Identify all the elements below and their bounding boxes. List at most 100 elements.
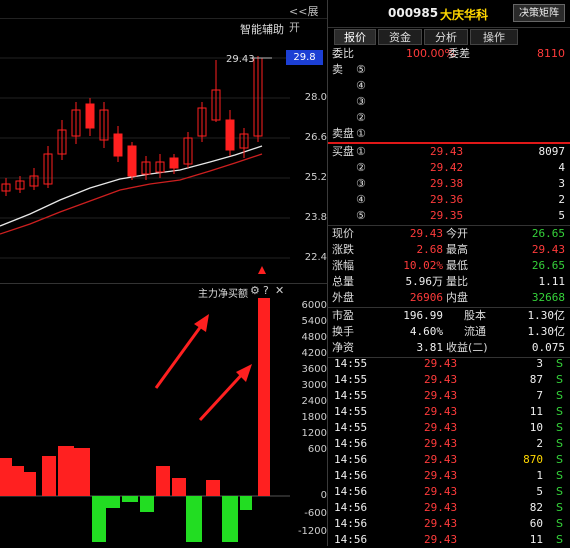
- buy-level-4[interactable]: ④ 29.36 2: [328, 192, 570, 208]
- tick-row[interactable]: 14:55 29.43 7 S: [328, 388, 570, 404]
- sell-level-5[interactable]: 卖 ⑤: [328, 62, 570, 78]
- quote-label: 今开: [446, 227, 468, 240]
- tab-quote[interactable]: 报价: [334, 29, 376, 45]
- tick-row[interactable]: 14:55 29.43 3 S: [328, 356, 570, 372]
- candle: [15, 176, 25, 193]
- tick-time: 14:56: [334, 501, 368, 514]
- tab-funds[interactable]: 资金: [378, 29, 422, 45]
- tick-time: 14:56: [334, 453, 368, 466]
- quote-value: 1.11: [538, 275, 566, 288]
- bar: [24, 472, 36, 496]
- annotation-arrow-icon: [198, 364, 252, 422]
- level-number: ④: [356, 79, 366, 92]
- stats-label: 换手: [332, 325, 354, 338]
- tick-volume: 2: [536, 437, 543, 450]
- indicator-tick: 4800: [301, 332, 327, 343]
- stats-value: 1.30亿: [527, 309, 566, 322]
- stock-name: 大庆华科: [440, 8, 489, 22]
- tick-row[interactable]: 14:56 29.43 2 S: [328, 436, 570, 452]
- tick-row[interactable]: 14:55 29.43 11 S: [328, 404, 570, 420]
- tick-price: 29.43: [424, 501, 458, 514]
- indicator-chart[interactable]: [0, 296, 290, 546]
- tick-price: 29.43: [424, 357, 458, 370]
- candle: [211, 60, 221, 122]
- tick-row[interactable]: 14:55 29.43 87 S: [328, 372, 570, 388]
- weibi-row: 委比 100.00% 委差 8110: [328, 46, 570, 62]
- bar: [258, 298, 270, 496]
- price-tick: 25.2: [304, 172, 327, 183]
- buy-level-2[interactable]: ② 29.42 4: [328, 160, 570, 176]
- stats-label: 市盈: [332, 309, 354, 322]
- tick-time: 14:55: [334, 405, 368, 418]
- triangle-marker-icon: [258, 266, 266, 274]
- stats-label: 收益(二): [446, 341, 488, 354]
- buy-level-5[interactable]: ⑤ 29.35 5: [328, 208, 570, 224]
- sell-label: 卖盘: [332, 127, 354, 140]
- indicator-tick: 600: [307, 444, 327, 455]
- tick-volume: 11: [529, 405, 543, 418]
- level-number: ⑤: [356, 63, 366, 76]
- buy-volume: 8097: [538, 145, 566, 158]
- chart-panel[interactable]: <<展开 智能辅助 29.43 29.8 28.0 26.6 25.2 23.8…: [0, 0, 327, 546]
- sell-level-3[interactable]: ③: [328, 94, 570, 110]
- chart-topbar: [0, 0, 327, 19]
- stats-value: 1.30亿: [527, 325, 566, 338]
- buy-level-3[interactable]: ③ 29.38 3: [328, 176, 570, 192]
- candle: [183, 132, 193, 168]
- tick-row[interactable]: 14:56 29.43 60 S: [328, 516, 570, 532]
- level-number: ①: [356, 145, 366, 158]
- indicator-tick: 6000: [301, 300, 327, 311]
- candle: [85, 98, 95, 136]
- sell-level-2[interactable]: ②: [328, 110, 570, 126]
- bar: [122, 496, 138, 502]
- tick-side: S: [556, 517, 563, 530]
- bar: [240, 496, 252, 510]
- smart-assist-label[interactable]: 智能辅助: [240, 21, 284, 37]
- tick-price: 29.43: [424, 421, 458, 434]
- price-tick: 26.6: [304, 132, 327, 143]
- quote-label: 最高: [446, 243, 468, 256]
- quote-label: 量比: [446, 275, 468, 288]
- tick-time: 14:55: [334, 357, 368, 370]
- tab-operation[interactable]: 操作: [470, 29, 518, 45]
- buy-price: 29.43: [430, 145, 464, 158]
- tick-side: S: [556, 437, 563, 450]
- tick-row[interactable]: 14:56 29.43 5 S: [328, 484, 570, 500]
- level-number: ③: [356, 95, 366, 108]
- kline-chart[interactable]: 29.43: [0, 38, 290, 283]
- tick-row[interactable]: 14:56 29.43 870 S: [328, 452, 570, 468]
- tick-row[interactable]: 14:55 29.43 10 S: [328, 420, 570, 436]
- annotation-arrow-icon: [154, 314, 209, 389]
- tab-analysis[interactable]: 分析: [424, 29, 468, 45]
- buy-volume: 2: [558, 193, 565, 206]
- stats-value: 3.81: [416, 341, 444, 354]
- indicator-tick: -600: [304, 508, 327, 519]
- buy-level-1[interactable]: 买盘 ① 29.43 8097: [328, 144, 570, 160]
- quote-label: 最低: [446, 259, 468, 272]
- tick-price: 29.43: [424, 389, 458, 402]
- tick-volume: 7: [536, 389, 543, 402]
- quote-value: 26.65: [531, 227, 565, 240]
- bar: [186, 496, 202, 542]
- indicator-tick: 0: [320, 490, 327, 501]
- tick-row[interactable]: 14:56 29.43 82 S: [328, 500, 570, 516]
- sell-level-1[interactable]: 卖盘 ①: [328, 126, 570, 142]
- tick-side: S: [556, 485, 563, 498]
- stats-row: 净资 3.81 收益(二) 0.075: [328, 340, 570, 356]
- quote-row: 外盘 26906 内盘 32668: [328, 290, 570, 306]
- candles: [1, 56, 263, 196]
- tick-list[interactable]: 14:55 29.43 3 S 14:55 29.43 87 S 14:55 29.43 7 S 14:…: [328, 356, 570, 546]
- weicha-value: 8110: [537, 47, 565, 60]
- stats-value: 0.075: [531, 341, 565, 354]
- decision-matrix-button[interactable]: 决策矩阵: [513, 4, 565, 22]
- sell-level-4[interactable]: ④: [328, 78, 570, 94]
- bar: [42, 456, 56, 496]
- level-number: ④: [356, 193, 366, 206]
- bar: [172, 478, 186, 496]
- level-number: ②: [356, 111, 366, 124]
- bar: [206, 480, 220, 496]
- tick-row[interactable]: 14:56 29.43 1 S: [328, 468, 570, 484]
- bar: [140, 496, 154, 512]
- tick-time: 14:55: [334, 373, 368, 386]
- indicator-tick: 3000: [301, 380, 327, 391]
